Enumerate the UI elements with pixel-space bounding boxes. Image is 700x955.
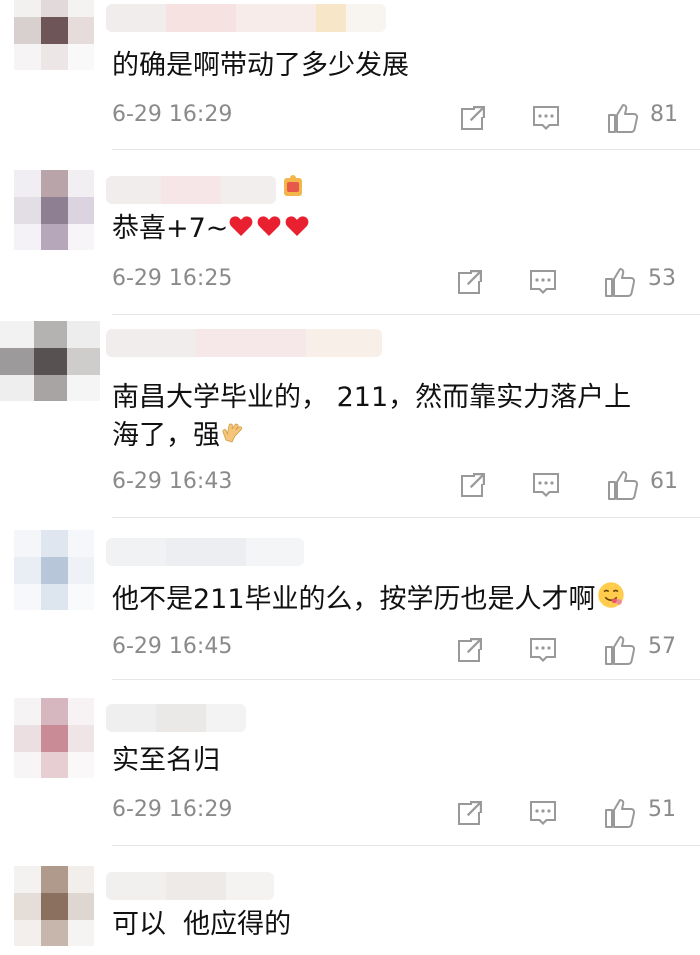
comment-icon	[530, 801, 556, 825]
comment-text-body: 他不是211毕业的么，按学历也是人才啊	[112, 584, 596, 615]
comment-icon	[533, 473, 559, 497]
comment-timestamp: 6-29 16:29	[112, 797, 233, 822]
share-button[interactable]	[453, 262, 493, 302]
comment-item: 实至名归 6-29 16:29 51	[0, 680, 700, 846]
red-heart-emoji-icon	[230, 216, 253, 236]
thumbs-up-icon	[605, 268, 636, 297]
comment-item: 恭喜+7~ 6-29 16:25 53	[0, 150, 700, 315]
comment-footer: 6-29 16:25 53	[112, 262, 680, 302]
comment-item: 可以 他应得的	[0, 846, 700, 955]
like-count: 61	[650, 469, 678, 494]
comment-text: 可以 他应得的	[112, 909, 292, 940]
avatar[interactable]	[0, 321, 100, 401]
thumbs-up-icon	[605, 799, 636, 828]
blurred-username[interactable]	[106, 538, 304, 566]
comment-item: 的确是啊带动了多少发展 6-29 16:29 81	[0, 0, 700, 150]
comment-timestamp: 6-29 16:29	[112, 102, 233, 127]
comment-timestamp: 6-29 16:25	[112, 266, 233, 291]
blurred-username[interactable]	[106, 176, 276, 204]
comment-text: 他不是211毕业的么，按学历也是人才啊	[112, 580, 628, 619]
share-icon	[458, 638, 482, 662]
comment-timestamp: 6-29 16:43	[112, 469, 233, 494]
clap-hands-emoji-icon	[222, 423, 243, 443]
comment-item: 他不是211毕业的么，按学历也是人才啊 6-29 16:45 57	[0, 518, 700, 680]
comment-icon	[533, 106, 559, 130]
like-count: 53	[648, 266, 676, 291]
yummy-face-emoji-icon	[597, 582, 624, 608]
blurred-username[interactable]	[106, 4, 386, 32]
share-button[interactable]	[456, 465, 496, 505]
comment-icon	[530, 270, 556, 294]
comment-text: 的确是啊带动了多少发展	[112, 50, 409, 81]
comment-item: 南昌大学毕业的， 211，然而靠实力落户上 海了，强 6-29 16:43 61	[0, 315, 700, 518]
like-button[interactable]	[606, 98, 646, 138]
comment-button[interactable]	[529, 465, 569, 505]
like-count: 81	[650, 102, 678, 127]
avatar[interactable]	[14, 170, 94, 250]
avatar[interactable]	[14, 530, 94, 610]
avatar[interactable]	[14, 0, 94, 70]
comment-icon	[530, 638, 556, 662]
share-icon	[461, 106, 485, 130]
comment-button[interactable]	[526, 262, 566, 302]
comment-footer: 6-29 16:29 51	[112, 793, 680, 833]
like-count: 57	[648, 634, 676, 659]
share-button[interactable]	[456, 98, 496, 138]
like-button[interactable]	[603, 630, 643, 670]
share-icon	[461, 473, 485, 497]
comment-footer: 6-29 16:43 61	[112, 465, 680, 505]
comment-button[interactable]	[529, 98, 569, 138]
blurred-username[interactable]	[106, 329, 382, 357]
blurred-username[interactable]	[106, 872, 274, 900]
share-button[interactable]	[453, 630, 493, 670]
comment-button[interactable]	[526, 630, 566, 670]
comment-footer: 6-29 16:45 57	[112, 630, 680, 670]
like-button[interactable]	[606, 465, 646, 505]
comment-text: 实至名归	[112, 745, 220, 776]
comment-text-line1: 南昌大学毕业的， 211，然而靠实力落户上	[112, 382, 632, 413]
avatar[interactable]	[14, 866, 94, 946]
comment-text: 恭喜+7~	[112, 210, 312, 248]
thumbs-up-icon	[608, 104, 639, 133]
member-badge-icon	[284, 175, 302, 196]
share-icon	[458, 801, 482, 825]
comment-button[interactable]	[526, 793, 566, 833]
like-button[interactable]	[603, 793, 643, 833]
comment-text: 南昌大学毕业的， 211，然而靠实力落户上 海了，强	[112, 379, 631, 455]
share-button[interactable]	[453, 793, 493, 833]
comment-text-line2: 海了，强	[112, 420, 220, 451]
like-count: 51	[648, 797, 676, 822]
red-heart-emoji-icon	[258, 216, 281, 236]
avatar[interactable]	[14, 698, 94, 778]
share-icon	[458, 270, 482, 294]
like-button[interactable]	[603, 262, 643, 302]
comment-timestamp: 6-29 16:45	[112, 634, 233, 659]
comment-footer: 6-29 16:29 81	[112, 98, 680, 138]
comment-text-body: 恭喜+7~	[112, 213, 229, 244]
red-heart-emoji-icon	[286, 216, 309, 236]
thumbs-up-icon	[605, 636, 636, 665]
blurred-username[interactable]	[106, 704, 246, 732]
thumbs-up-icon	[608, 471, 639, 500]
